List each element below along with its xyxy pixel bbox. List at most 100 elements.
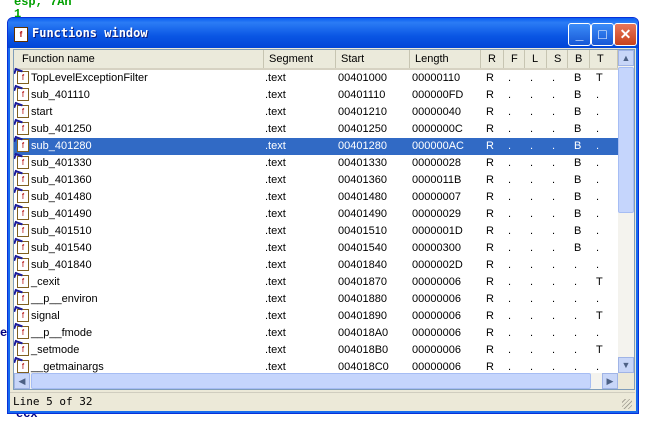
table-row[interactable]: f sub_401540 .text 00401540 00000300 R... B. bbox=[14, 240, 618, 257]
horizontal-scroll-thumb[interactable] bbox=[31, 373, 591, 389]
cell-t: . bbox=[596, 293, 600, 305]
vertical-scroll-thumb[interactable] bbox=[618, 67, 634, 213]
table-row[interactable]: f sub_401360 .text 00401360 0000011B R... B. bbox=[14, 172, 618, 189]
column-header-segment[interactable]: Segment bbox=[264, 50, 336, 68]
table-row[interactable]: f sub_401840 .text 00401840 0000002D R..... bbox=[14, 257, 618, 274]
cell-l: . bbox=[530, 225, 534, 237]
cell-f: . bbox=[508, 259, 512, 271]
cell-l: . bbox=[530, 327, 534, 339]
cell-b: . bbox=[574, 327, 578, 339]
cell-f: . bbox=[508, 140, 512, 152]
cell-l: . bbox=[530, 157, 534, 169]
cell-l: . bbox=[530, 174, 534, 186]
cell-segment: .text bbox=[265, 174, 286, 186]
cell-segment: .text bbox=[265, 293, 286, 305]
cell-r: R bbox=[486, 208, 494, 220]
cell-segment: .text bbox=[265, 225, 286, 237]
cell-f: . bbox=[508, 208, 512, 220]
functions-window[interactable]: f Functions window _ □ ✕ Function name Se… bbox=[7, 17, 639, 414]
maximize-button[interactable]: □ bbox=[591, 23, 614, 46]
cell-t: . bbox=[596, 327, 600, 339]
vertical-scrollbar[interactable]: ▲ ▼ bbox=[618, 50, 634, 373]
cell-t: T bbox=[596, 344, 603, 356]
cell-l: . bbox=[530, 344, 534, 356]
column-header-r[interactable]: R bbox=[481, 50, 504, 68]
functions-list[interactable]: Function name Segment Start Length R F L S B T fT… bbox=[13, 49, 635, 390]
cell-segment: .text bbox=[265, 259, 286, 271]
table-row[interactable]: f TopLevelExceptionFilter .text 00401000 000… bbox=[14, 70, 618, 87]
cell-start: 00401510 bbox=[338, 225, 387, 237]
cell-length: 00000006 bbox=[412, 327, 461, 339]
cell-t: . bbox=[596, 123, 600, 135]
function-icon: f bbox=[17, 88, 29, 101]
cell-f: . bbox=[508, 123, 512, 135]
cell-segment: .text bbox=[265, 344, 286, 356]
column-header-name[interactable]: Function name bbox=[14, 50, 264, 68]
scroll-left-arrow-icon[interactable]: ◀ bbox=[14, 373, 30, 389]
table-row[interactable]: f _cexit .text 00401870 00000006 R.... T bbox=[14, 274, 618, 291]
function-icon: f bbox=[17, 258, 29, 271]
column-header-start[interactable]: Start bbox=[336, 50, 410, 68]
table-row[interactable]: f sub_401280 .text 00401280 000000AC R... B. bbox=[14, 138, 618, 155]
cell-length: 00000040 bbox=[412, 106, 461, 118]
cell-f: . bbox=[508, 106, 512, 118]
function-icon: f bbox=[14, 27, 28, 42]
table-row[interactable]: f sub_401110 .text 00401110 000000FD R... B. bbox=[14, 87, 618, 104]
cell-r: R bbox=[486, 89, 494, 101]
cell-t: . bbox=[596, 191, 600, 203]
table-row[interactable]: f _setmode .text 004018B0 00000006 R.... T bbox=[14, 342, 618, 359]
cell-start: 00401110 bbox=[338, 89, 386, 101]
table-row[interactable]: f signal .text 00401890 00000006 R.... T bbox=[14, 308, 618, 325]
column-header-b[interactable]: B bbox=[568, 50, 590, 68]
column-header-f[interactable]: F bbox=[504, 50, 525, 68]
window-title: Functions window bbox=[32, 26, 148, 40]
table-row[interactable]: f sub_401330 .text 00401330 00000028 R... B. bbox=[14, 155, 618, 172]
cell-name: sub_401540 bbox=[31, 242, 92, 254]
column-header-length[interactable]: Length bbox=[410, 50, 481, 68]
cell-t: . bbox=[596, 242, 600, 254]
cell-t: . bbox=[596, 208, 600, 220]
cell-f: . bbox=[508, 225, 512, 237]
cell-start: 004018B0 bbox=[338, 344, 389, 356]
cell-l: . bbox=[530, 89, 534, 101]
cell-b: B bbox=[574, 72, 582, 84]
table-row[interactable]: f sub_401490 .text 00401490 00000029 R... B. bbox=[14, 206, 618, 223]
horizontal-scrollbar[interactable]: ◀ ▶ bbox=[14, 373, 618, 389]
cell-length: 000000AC bbox=[412, 140, 464, 152]
scroll-right-arrow-icon[interactable]: ▶ bbox=[602, 373, 618, 389]
cell-r: R bbox=[486, 259, 494, 271]
cell-s: . bbox=[552, 123, 556, 135]
table-row[interactable]: f sub_401480 .text 00401480 00000007 R... B. bbox=[14, 189, 618, 206]
column-header: Function name Segment Start Length R F L S B T bbox=[14, 50, 618, 70]
cell-t: T bbox=[596, 72, 603, 84]
title-bar[interactable]: f Functions window _ □ ✕ bbox=[8, 18, 638, 48]
function-icon: f bbox=[17, 343, 29, 356]
close-button[interactable]: ✕ bbox=[614, 23, 637, 46]
minimize-button[interactable]: _ bbox=[568, 23, 591, 46]
cell-r: R bbox=[486, 242, 494, 254]
scroll-up-arrow-icon[interactable]: ▲ bbox=[618, 50, 634, 66]
cell-r: R bbox=[486, 106, 494, 118]
cell-name: sub_401490 bbox=[31, 208, 92, 220]
function-icon: f bbox=[17, 122, 29, 135]
cell-f: . bbox=[508, 293, 512, 305]
column-header-t[interactable]: T bbox=[590, 50, 618, 68]
cell-start: 00401870 bbox=[338, 276, 387, 288]
function-icon: f bbox=[17, 139, 29, 152]
status-text: Line 5 of 32 bbox=[13, 395, 93, 408]
table-row[interactable]: f __p__fmode .text 004018A0 00000006 R..... bbox=[14, 325, 618, 342]
table-row[interactable]: f __p__environ .text 00401880 00000006 R..... bbox=[14, 291, 618, 308]
column-header-s[interactable]: S bbox=[547, 50, 568, 68]
table-row[interactable]: f start .text 00401210 00000040 R... B. bbox=[14, 104, 618, 121]
cell-b: . bbox=[574, 259, 578, 271]
table-row[interactable]: f sub_401510 .text 00401510 0000001D R... B. bbox=[14, 223, 618, 240]
resize-grip-icon[interactable] bbox=[622, 399, 632, 409]
table-row[interactable]: f sub_401250 .text 00401250 0000000C R... B. bbox=[14, 121, 618, 138]
cell-b: B bbox=[574, 225, 582, 237]
column-header-l[interactable]: L bbox=[525, 50, 547, 68]
cell-l: . bbox=[530, 259, 534, 271]
scroll-down-arrow-icon[interactable]: ▼ bbox=[618, 357, 634, 373]
cell-s: . bbox=[552, 276, 556, 288]
cell-f: . bbox=[508, 72, 512, 84]
cell-t: . bbox=[596, 225, 600, 237]
